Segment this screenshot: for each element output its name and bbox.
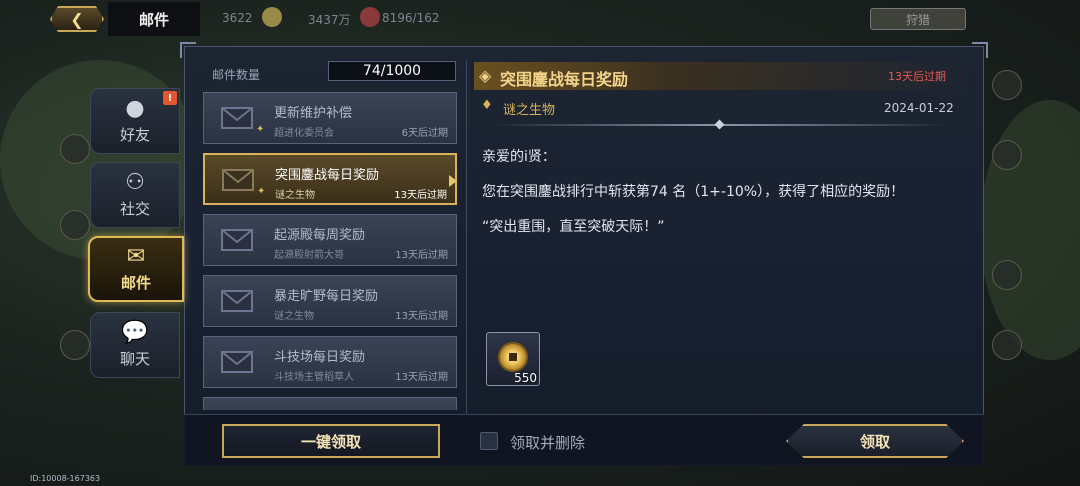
mail-icon: ✉ — [126, 243, 146, 269]
back-button[interactable]: ❮ — [50, 6, 104, 32]
mail-expiry: 13天后过期 — [395, 250, 448, 261]
mail-sender: 斗技场主管稻草人 — [274, 372, 354, 383]
mail-expiry: 6天后过期 — [401, 128, 448, 139]
side-menu-icon — [992, 140, 1022, 170]
social-icon: ⚇ — [125, 169, 145, 195]
side-menu-icon — [992, 330, 1022, 360]
side-menu-icon — [60, 330, 90, 360]
mail-title: 斗技场每日奖励 — [274, 350, 366, 365]
mail-title: 突围鏖战每日奖励 — [275, 168, 380, 183]
mail-list-item-partial[interactable] — [203, 397, 457, 410]
mail-sender: 超进化委员会 — [274, 128, 334, 139]
tab-label: 好友 — [119, 125, 150, 144]
mail-greeting: 亲爱的i贤： — [482, 149, 556, 165]
mail-count-label: 邮件数量 — [212, 68, 261, 82]
mail-list-item[interactable]: ✦ 突围鏖战每日奖励 谜之生物 13天后过期 — [203, 153, 457, 205]
flower-icon — [360, 7, 380, 27]
tab-chat[interactable]: 💬 聊天 — [90, 312, 180, 378]
background-foliage — [980, 100, 1080, 360]
tab-mail[interactable]: ✉ 邮件 — [88, 236, 184, 302]
mail-list-item[interactable]: ✦ 更新维护补偿 超进化委员会 6天后过期 — [203, 92, 457, 144]
mail-title: 起源殿每周奖励 — [274, 228, 366, 243]
panel-ornament — [972, 42, 988, 58]
resource-value: 3437万 — [308, 13, 351, 27]
page-title: 邮件 — [108, 2, 200, 36]
mail-list-item[interactable]: 暴走旷野每日奖励 谜之生物 13天后过期 — [203, 275, 457, 327]
selected-arrow-icon — [449, 175, 457, 187]
player-id: ID:10008-167363 — [30, 474, 101, 483]
mail-expiry: 13天后过期 — [395, 372, 448, 383]
claim-all-button[interactable]: 一键领取 — [222, 424, 440, 458]
mail-expiry: 13天后过期 — [395, 311, 448, 322]
claim-and-delete-label[interactable]: 领取并删除 — [510, 432, 585, 453]
coin-icon — [498, 342, 528, 372]
mail-detail-title: 突围鏖战每日奖励 — [500, 70, 629, 89]
claim-and-delete-checkbox[interactable] — [480, 432, 498, 450]
diamond-icon: ✦ — [257, 186, 266, 197]
mail-detail-expiry: 13天后过期 — [888, 70, 946, 83]
notification-badge: ! — [163, 91, 177, 105]
crown-icon — [262, 7, 282, 27]
mail-detail-date: 2024-01-22 — [884, 101, 954, 115]
back-arrow-icon: ❮ — [70, 9, 84, 29]
side-menu-icon — [60, 134, 90, 164]
side-menu-icon — [992, 70, 1022, 100]
envelope-icon — [221, 229, 253, 251]
top-bar: ❮ 邮件 3622 3437万 8196/162 狩猎 — [0, 0, 1080, 40]
mail-title: 更新维护补偿 — [274, 106, 353, 121]
resource-value: 8196/162 — [382, 11, 440, 25]
mail-title: 暴走旷野每日奖励 — [274, 289, 379, 304]
envelope-icon — [221, 107, 253, 129]
hunt-button[interactable]: 狩猎 — [870, 8, 966, 30]
chat-icon: 💬 — [121, 319, 149, 345]
tab-social[interactable]: ⚇ 社交 — [90, 162, 180, 228]
reward-amount: 550 — [514, 371, 537, 385]
mail-detail-sender: 谜之生物 — [503, 103, 556, 118]
mail-quote: “突出重围，直至突破天际！” — [482, 219, 665, 235]
tab-friends[interactable]: ● 好友 ! — [90, 88, 180, 154]
mail-count-value: 74/1000 — [328, 61, 456, 81]
claim-button[interactable]: 领取 — [786, 424, 964, 458]
tab-label: 聊天 — [119, 349, 150, 368]
mail-expiry: 13天后过期 — [394, 190, 447, 201]
mail-list[interactable]: ✦ 更新维护补偿 超进化委员会 6天后过期 ✦ 突围鏖战每日奖励 谜之生物 13… — [203, 92, 459, 410]
tab-label: 邮件 — [120, 273, 151, 292]
bulb-icon: ♦ — [481, 98, 493, 113]
mail-sender: 起源殿射箭大哥 — [274, 250, 344, 261]
resource-value: 3622 — [222, 11, 253, 25]
mail-list-item[interactable]: 斗技场每日奖励 斗技场主管稻草人 13天后过期 — [203, 336, 457, 388]
mail-list-item[interactable]: 起源殿每周奖励 起源殿射箭大哥 13天后过期 — [203, 214, 457, 266]
diamond-icon: ◈ — [479, 66, 492, 85]
side-menu-icon — [60, 210, 90, 240]
reward-item[interactable]: 550 — [486, 332, 540, 386]
divider — [466, 60, 467, 460]
tab-label: 社交 — [119, 199, 150, 218]
side-menu-icon — [992, 260, 1022, 290]
envelope-icon — [221, 351, 253, 373]
envelope-icon — [221, 290, 253, 312]
friend-icon: ● — [125, 95, 145, 121]
envelope-icon — [222, 169, 254, 191]
mail-sender: 谜之生物 — [275, 190, 315, 201]
mail-body: 您在突围鏖战排行中斩获第74 名（1+-10%），获得了相应的奖励！ — [482, 184, 905, 200]
mail-sender: 谜之生物 — [274, 311, 314, 322]
panel-ornament — [180, 42, 196, 58]
diamond-icon: ✦ — [256, 124, 265, 135]
